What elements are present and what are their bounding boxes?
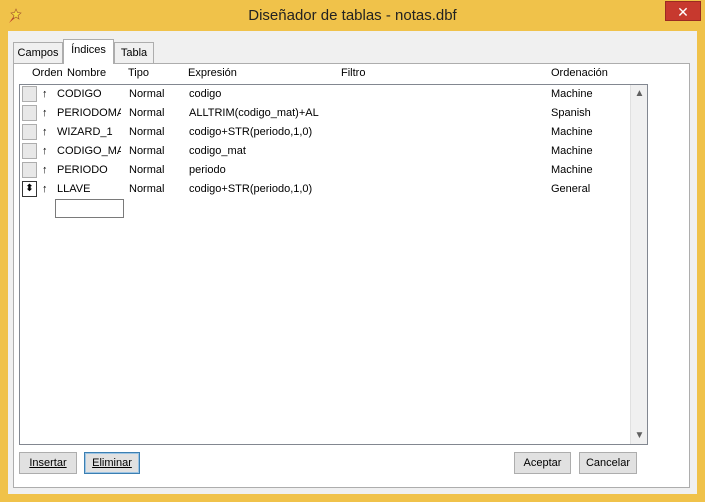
- index-collation-cell[interactable]: Spanish: [551, 107, 631, 119]
- table-row[interactable]: ↑ PERIODO Normal periodo Machine: [20, 161, 632, 180]
- ascending-arrow-icon[interactable]: ↑: [42, 107, 48, 119]
- index-type-cell[interactable]: Normal: [129, 126, 185, 138]
- row-selector[interactable]: [22, 143, 37, 159]
- ascending-arrow-icon[interactable]: ↑: [42, 88, 48, 100]
- index-expression-cell[interactable]: ALLTRIM(codigo_mat)+AL: [189, 107, 341, 119]
- index-name-cell[interactable]: LLAVE: [57, 183, 121, 195]
- index-expression-cell[interactable]: periodo: [189, 164, 341, 176]
- ascending-arrow-icon[interactable]: ↑: [42, 164, 48, 176]
- index-name-cell[interactable]: WIZARD_1: [57, 126, 121, 138]
- aceptar-button[interactable]: Aceptar: [514, 452, 571, 474]
- index-name-cell[interactable]: CODIGO: [57, 88, 121, 100]
- table-designer-window: Diseñador de tablas - notas.dbf ✕ Campos…: [0, 0, 705, 502]
- ascending-arrow-icon[interactable]: ↑: [42, 145, 48, 157]
- column-header-ordenacion: Ordenación: [551, 67, 608, 79]
- index-collation-cell[interactable]: Machine: [551, 145, 631, 157]
- ascending-arrow-icon[interactable]: ↑: [42, 183, 48, 195]
- index-expression-cell[interactable]: codigo_mat: [189, 145, 341, 157]
- index-name-cell[interactable]: PERIODO: [57, 164, 121, 176]
- index-type-cell[interactable]: Normal: [129, 145, 185, 157]
- tab-campos[interactable]: Campos: [13, 42, 63, 64]
- index-collation-cell[interactable]: Machine: [551, 126, 631, 138]
- index-collation-cell[interactable]: General: [551, 183, 631, 195]
- scroll-up-icon[interactable]: ▲: [631, 85, 648, 102]
- table-row[interactable]: ↑ CODIGO Normal codigo Machine: [20, 85, 632, 104]
- row-selector[interactable]: [22, 105, 37, 121]
- tab-indices[interactable]: Índices: [63, 39, 114, 64]
- table-row-current[interactable]: ⬍ ↑ LLAVE Normal codigo+STR(periodo,1,0)…: [20, 180, 632, 199]
- row-selector[interactable]: [22, 86, 37, 102]
- table-row[interactable]: ↑ WIZARD_1 Normal codigo+STR(periodo,1,0…: [20, 123, 632, 142]
- index-name-cell[interactable]: CODIGO_MA: [57, 145, 121, 157]
- column-header-filtro: Filtro: [341, 67, 366, 79]
- window-title: Diseñador de tablas - notas.dbf: [248, 7, 457, 24]
- index-expression-cell[interactable]: codigo+STR(periodo,1,0): [189, 126, 341, 138]
- index-type-cell[interactable]: Normal: [129, 107, 185, 119]
- column-header-orden: Orden: [32, 67, 63, 79]
- index-type-cell[interactable]: Normal: [129, 183, 185, 195]
- tab-tabla[interactable]: Tabla: [114, 42, 154, 64]
- index-collation-cell[interactable]: Machine: [551, 164, 631, 176]
- table-row[interactable]: ↑ PERIODOMA Normal ALLTRIM(codigo_mat)+A…: [20, 104, 632, 123]
- column-header-tipo: Tipo: [128, 67, 149, 79]
- column-header-nombre: Nombre: [67, 67, 107, 79]
- close-button[interactable]: ✕: [665, 1, 701, 21]
- insertar-button-label: Insertar: [29, 457, 67, 469]
- title-bar[interactable]: Diseñador de tablas - notas.dbf ✕: [0, 0, 705, 31]
- index-name-cell[interactable]: PERIODOMA: [57, 107, 121, 119]
- cancelar-button[interactable]: Cancelar: [579, 452, 637, 474]
- row-selector[interactable]: [22, 162, 37, 178]
- table-row[interactable]: ↑ CODIGO_MA Normal codigo_mat Machine: [20, 142, 632, 161]
- index-expression-cell[interactable]: codigo+STR(periodo,1,0): [189, 183, 341, 195]
- index-type-cell[interactable]: Normal: [129, 88, 185, 100]
- row-selector[interactable]: [22, 124, 37, 140]
- new-index-name-input[interactable]: [55, 199, 124, 218]
- ascending-arrow-icon[interactable]: ↑: [42, 126, 48, 138]
- column-header-expresion: Expresión: [188, 67, 237, 79]
- index-collation-cell[interactable]: Machine: [551, 88, 631, 100]
- vertical-scrollbar[interactable]: ▲ ▼: [630, 85, 647, 444]
- scroll-down-icon[interactable]: ▼: [631, 427, 648, 444]
- index-expression-cell[interactable]: codigo: [189, 88, 341, 100]
- row-mover-icon[interactable]: ⬍: [22, 181, 37, 197]
- indices-grid[interactable]: ↑ CODIGO Normal codigo Machine ↑ PERIODO…: [19, 84, 648, 445]
- insertar-button[interactable]: Insertar: [19, 452, 77, 474]
- eliminar-button[interactable]: Eliminar: [84, 452, 140, 474]
- index-type-cell[interactable]: Normal: [129, 164, 185, 176]
- eliminar-button-label: Eliminar: [92, 457, 132, 469]
- dialog-client-area: Campos Índices Tabla Orden Nombre Tipo E…: [8, 31, 697, 494]
